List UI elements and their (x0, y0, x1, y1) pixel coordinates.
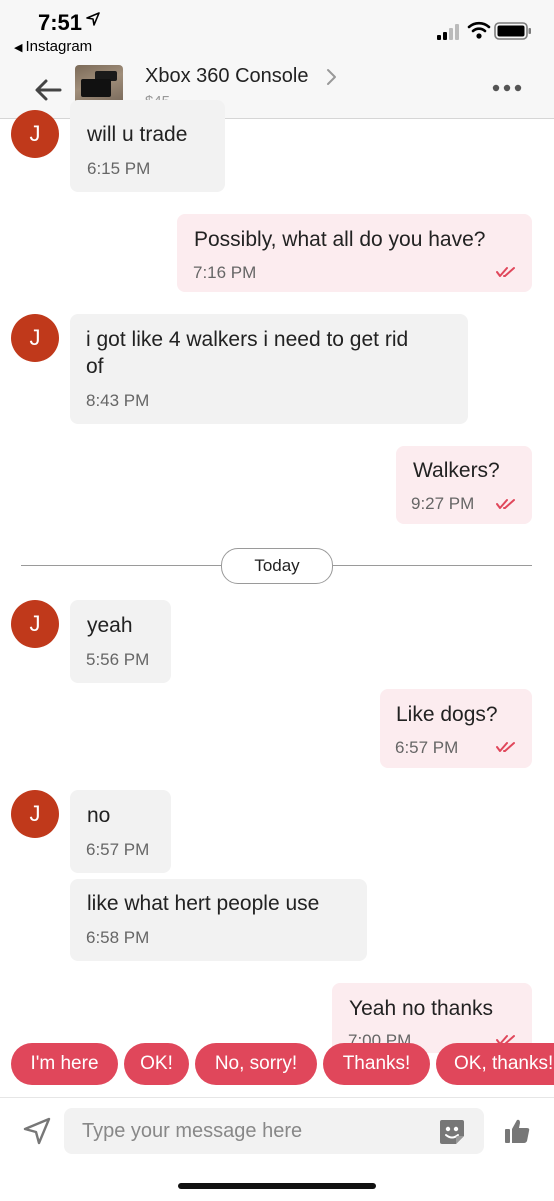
wifi-icon (467, 21, 491, 39)
chevron-right-icon[interactable] (326, 68, 338, 86)
more-options-icon[interactable] (492, 84, 522, 92)
message-bubble-incoming: like what hert people use 6:58 PM (70, 879, 367, 961)
back-to-app-link[interactable]: ◀ Instagram (14, 38, 92, 55)
quick-reply-thanks[interactable]: Thanks! (323, 1043, 430, 1085)
avatar[interactable]: J (11, 600, 59, 648)
message-bubble-outgoing: Like dogs? 6:57 PM (380, 689, 532, 768)
message-text: Yeah no thanks (349, 997, 494, 1020)
message-time: 5:56 PM (86, 650, 150, 669)
message-time: 7:16 PM (193, 263, 257, 282)
send-location-icon[interactable] (22, 1116, 52, 1146)
sticker-icon[interactable] (437, 1117, 467, 1147)
avatar[interactable]: J (11, 314, 59, 362)
read-receipt-icon (496, 742, 515, 752)
thumbs-up-icon[interactable] (503, 1117, 531, 1145)
clock: 7:51 (38, 10, 83, 35)
status-bar: 7:51 ◀ Instagram (0, 0, 554, 60)
cellular-signal-icon (437, 24, 459, 40)
message-text-line-2: of (86, 355, 104, 378)
avatar[interactable]: J (11, 790, 59, 838)
avatar[interactable]: J (11, 110, 59, 158)
message-bubble-incoming: no 6:57 PM (70, 790, 171, 873)
message-text: Walkers? (413, 459, 500, 482)
battery-icon (494, 22, 531, 40)
read-receipt-icon (496, 267, 515, 277)
quick-reply-no-sorry[interactable]: No, sorry! (195, 1043, 317, 1085)
message-input[interactable] (64, 1108, 484, 1154)
message-bubble-incoming: will u trade 6:15 PM (70, 100, 225, 192)
listing-title[interactable]: Xbox 360 Console (145, 65, 308, 88)
divider-line-right (332, 565, 532, 566)
message-text: Like dogs? (396, 703, 498, 726)
message-time: 9:27 PM (411, 494, 475, 513)
quick-reply-ok[interactable]: OK! (124, 1043, 189, 1085)
message-text: Possibly, what all do you have? (194, 228, 486, 251)
message-bubble-outgoing: Walkers? 9:27 PM (396, 446, 532, 524)
back-arrow-icon[interactable] (32, 74, 64, 106)
message-time: 6:58 PM (86, 928, 150, 947)
read-receipt-icon (496, 499, 515, 509)
quick-reply-im-here[interactable]: I'm here (11, 1043, 118, 1085)
message-text-line-1: i got like 4 walkers i need to get rid (86, 328, 409, 351)
location-arrow-icon (86, 12, 100, 26)
back-app-label: Instagram (25, 38, 93, 55)
message-bubble-incoming: yeah 5:56 PM (70, 600, 171, 683)
divider-line-left (21, 565, 221, 566)
message-text: no (87, 804, 111, 827)
message-bubble-incoming: i got like 4 walkers i need to get rid o… (70, 314, 468, 424)
message-text: will u trade (87, 123, 188, 146)
message-text: yeah (87, 614, 133, 637)
message-time: 6:15 PM (87, 159, 151, 178)
message-bubble-outgoing: Possibly, what all do you have? 7:16 PM (177, 214, 532, 292)
home-indicator (178, 1183, 376, 1189)
message-time: 8:43 PM (86, 391, 150, 410)
message-time: 6:57 PM (395, 738, 459, 757)
back-triangle-icon: ◀ (14, 42, 23, 54)
date-divider-label: Today (221, 548, 333, 584)
message-time: 6:57 PM (86, 840, 150, 859)
quick-reply-ok-thanks[interactable]: OK, thanks! (436, 1043, 554, 1085)
message-text: like what hert people use (87, 892, 320, 915)
